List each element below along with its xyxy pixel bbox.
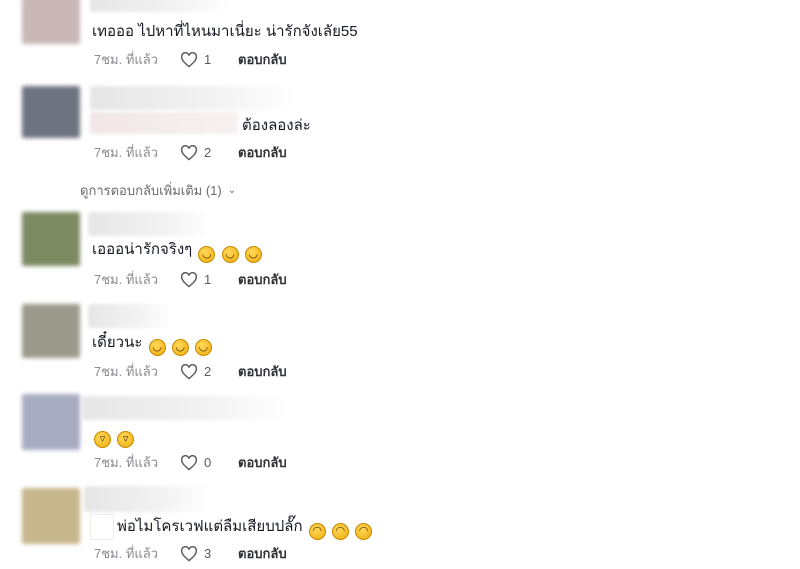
comment-text: เทอออ ไปหาที่ไหนมาเนี่ยะ น่ารักจังเลัย55: [92, 23, 358, 40]
rofl-emoji-icon: ◠: [331, 523, 349, 540]
comment-text-content: พ่อไมโครเวฟแต่ลืมเสียบปลั๊ก: [117, 518, 303, 535]
avatar[interactable]: [22, 488, 80, 544]
comment-meta: 7ชม. ที่แล้ว 2 ตอบกลับ: [94, 144, 287, 162]
comment-meta: 7ชม. ที่แล้ว 3 ตอบกลับ: [94, 545, 287, 563]
reply-button[interactable]: ตอบกลับ: [238, 51, 287, 69]
grinning-emoji-icon: ▿: [117, 431, 135, 448]
heart-outline-icon: [180, 145, 198, 161]
username-blurred[interactable]: [88, 212, 212, 236]
rofl-emoji-icon: ◠: [355, 523, 373, 540]
grinning-emoji-icon: ▿: [94, 431, 111, 448]
like-button[interactable]: 1: [180, 51, 234, 69]
comment-text: เดี๋ยวนะ ◡ ◡ ◡: [92, 333, 212, 356]
chevron-down-icon: ⌄: [227, 185, 237, 196]
heart-outline-icon: [180, 52, 198, 68]
reply-button[interactable]: ตอบกลับ: [238, 545, 287, 563]
avatar[interactable]: [22, 304, 80, 358]
comment-time: 7ชม. ที่แล้ว: [94, 52, 159, 67]
comment-time: 7ชม. ที่แล้ว: [94, 145, 159, 160]
comment-meta: 7ชม. ที่แล้ว 1 ตอบกลับ: [94, 271, 287, 289]
reply-button[interactable]: ตอบกลับ: [238, 454, 287, 472]
heart-outline-icon: [180, 546, 198, 562]
username-blurred[interactable]: [90, 0, 230, 12]
redacted-box: [90, 514, 114, 540]
like-count: 0: [204, 455, 212, 470]
like-button[interactable]: 2: [180, 144, 234, 162]
avatar[interactable]: [22, 212, 80, 266]
comment-text: เอออน่ารักจริงๆ ◡ ◡ ◡: [92, 240, 262, 263]
laughing-emoji-icon: ◡: [171, 339, 189, 356]
comment-text: พ่อไมโครเวฟแต่ลืมเสียบปลั๊ก ◠ ◠ ◠: [117, 517, 373, 540]
comment-time: 7ชม. ที่แล้ว: [94, 364, 159, 379]
avatar[interactable]: [22, 0, 80, 44]
laughing-emoji-icon: ◡: [194, 339, 212, 356]
like-count: 1: [204, 272, 212, 287]
like-count: 2: [204, 145, 212, 160]
comment-text: ▿ ▿: [92, 425, 135, 448]
username-blurred[interactable]: [84, 486, 212, 512]
view-more-replies-button[interactable]: ดูการตอบกลับเพิ่มเติม (1) ⌄: [80, 180, 236, 201]
comment-meta: 7ชม. ที่แล้ว 2 ตอบกลับ: [94, 363, 287, 381]
comment-time: 7ชม. ที่แล้ว: [94, 272, 159, 287]
like-button[interactable]: 0: [180, 454, 234, 472]
username-blurred: [90, 112, 238, 134]
view-more-replies-label: ดูการตอบกลับเพิ่มเติม (1): [80, 183, 222, 198]
comment-text-content: เดี๋ยวนะ: [92, 334, 143, 351]
like-button[interactable]: 3: [180, 545, 234, 563]
comment-meta: 7ชม. ที่แล้ว 1 ตอบกลับ: [94, 51, 287, 69]
reply-button[interactable]: ตอบกลับ: [238, 144, 287, 162]
comment-time: 7ชม. ที่แล้ว: [94, 455, 159, 470]
like-count: 3: [204, 546, 212, 561]
comment-time: 7ชม. ที่แล้ว: [94, 546, 159, 561]
laughing-emoji-icon: ◡: [221, 246, 239, 263]
laughing-emoji-icon: ◡: [148, 339, 166, 356]
avatar[interactable]: [22, 394, 80, 450]
reply-button[interactable]: ตอบกลับ: [238, 363, 287, 381]
reply-button[interactable]: ตอบกลับ: [238, 271, 287, 289]
username-blurred[interactable]: [88, 304, 172, 328]
rofl-emoji-icon: ◠: [308, 523, 326, 540]
avatar[interactable]: [22, 86, 80, 138]
like-button[interactable]: 2: [180, 363, 234, 381]
like-count: 2: [204, 364, 212, 379]
username-blurred[interactable]: [82, 396, 286, 420]
laughing-emoji-icon: ◡: [244, 246, 262, 263]
like-count: 1: [204, 52, 212, 67]
username-blurred[interactable]: [90, 86, 294, 110]
heart-outline-icon: [180, 364, 198, 380]
heart-outline-icon: [180, 272, 198, 288]
like-button[interactable]: 1: [180, 271, 234, 289]
comment-text: ต้องลองล่ะ: [242, 117, 311, 134]
comment-text-content: เอออน่ารักจริงๆ: [92, 241, 193, 258]
laughing-emoji-icon: ◡: [198, 246, 216, 263]
heart-outline-icon: [180, 455, 198, 471]
comment-meta: 7ชม. ที่แล้ว 0 ตอบกลับ: [94, 454, 287, 472]
